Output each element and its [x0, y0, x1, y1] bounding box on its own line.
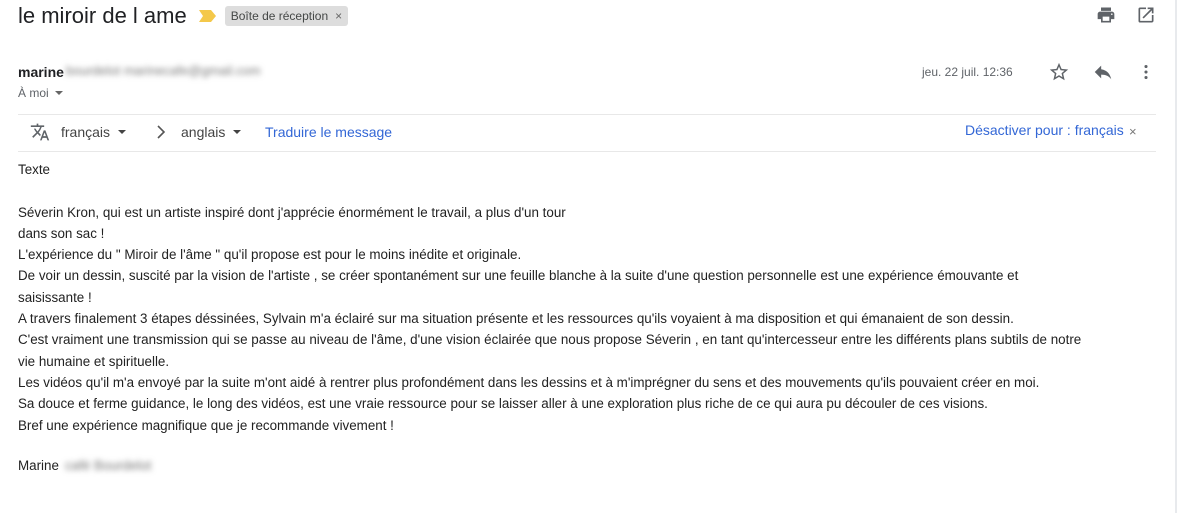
translate-bar: français anglais Traduire le message Dés… — [18, 114, 1156, 152]
star-icon[interactable] — [1047, 60, 1071, 84]
body-line: Les vidéos qu'il m'a envoyé par la suite… — [18, 374, 1040, 390]
body-line: De voir un dessin, suscité par la vision… — [18, 268, 1019, 284]
body-line — [18, 180, 1168, 201]
message-signoff: Marine café Bourdelot — [18, 458, 151, 473]
subject-row: le miroir de l ame Boîte de réception × — [18, 2, 349, 30]
body-line: A travers finalement 3 étapes déssinées,… — [18, 311, 1014, 327]
translate-message-link[interactable]: Traduire le message — [265, 124, 392, 140]
recipient-label: À moi — [18, 86, 49, 100]
body-line: L'expérience du " Miroir de l'âme " qu'i… — [18, 247, 522, 263]
email-subject: le miroir de l ame — [18, 3, 187, 28]
remove-label-button[interactable]: × — [335, 9, 342, 23]
message-body: Texte Séverin Kron, qui est un artiste in… — [18, 159, 1168, 436]
sender-email-redacted: bourdelot marinecafe@gmail.com — [66, 63, 261, 78]
more-vertical-icon[interactable] — [1134, 60, 1158, 84]
inbox-label-chip[interactable]: Boîte de réception × — [224, 6, 349, 26]
chevron-down-icon — [118, 130, 127, 134]
signoff-redacted: café Bourdelot — [64, 458, 152, 473]
inbox-label-text: Boîte de réception — [230, 9, 329, 23]
open-in-new-window-icon[interactable] — [1135, 4, 1157, 26]
print-icon[interactable] — [1095, 4, 1117, 26]
recipient-details-toggle[interactable]: À moi — [18, 86, 63, 100]
source-language-label: français — [61, 124, 111, 140]
body-line: Sa douce et ferme guidance, le long des … — [18, 396, 988, 412]
importance-marker-icon[interactable] — [198, 9, 217, 23]
body-line: C'est vraiment une transmission qui se p… — [18, 332, 1082, 348]
body-line: Séverin Kron, qui est un artiste inspiré… — [18, 204, 566, 220]
body-line: Bref une expérience magnifique que je re… — [18, 417, 394, 433]
body-line: vie humaine et spirituelle. — [18, 353, 170, 369]
chevron-down-icon — [54, 91, 63, 95]
message-date: jeu. 22 juil. 12:36 — [922, 65, 1013, 79]
sender-name[interactable]: marine — [18, 64, 64, 80]
body-line: Texte — [18, 162, 51, 177]
close-translate-bar-button[interactable]: × — [1129, 124, 1137, 139]
signoff-name: Marine — [18, 458, 59, 473]
deactivate-translation-link[interactable]: Désactiver pour : français — [965, 122, 1124, 138]
chevron-down-icon — [233, 130, 242, 134]
source-language-select[interactable]: français — [61, 124, 127, 140]
chevron-right-icon — [156, 125, 166, 139]
translate-icon — [29, 122, 51, 142]
body-line: saisissante ! — [18, 289, 92, 305]
target-language-select[interactable]: anglais — [181, 124, 242, 140]
body-line: dans son sac ! — [18, 225, 105, 241]
target-language-label: anglais — [181, 124, 226, 140]
reply-icon[interactable] — [1091, 60, 1115, 84]
